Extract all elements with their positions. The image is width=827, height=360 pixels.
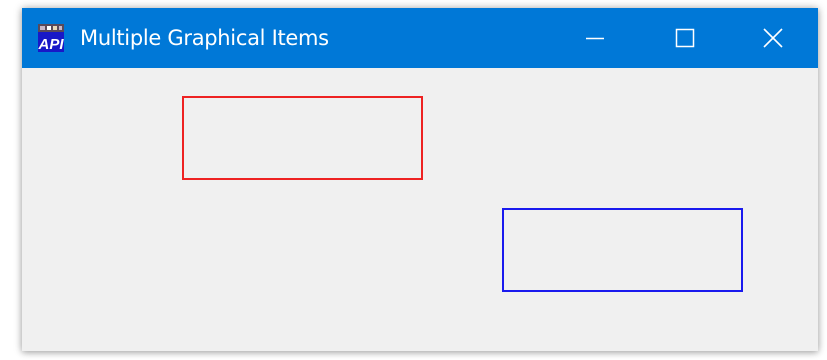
client-area[interactable] <box>22 68 818 351</box>
close-icon <box>762 27 784 49</box>
window-title: Multiple Graphical Items <box>80 26 329 50</box>
maximize-icon <box>675 28 695 48</box>
red-rectangle[interactable] <box>182 96 423 180</box>
api-app-icon[interactable]: API <box>37 24 64 53</box>
title-bar[interactable]: API Multiple Graphical Items <box>22 8 818 68</box>
close-button[interactable] <box>728 8 818 68</box>
minimize-button[interactable] <box>550 8 640 68</box>
app-window: API Multiple Graphical Items <box>22 8 818 351</box>
svg-text:API: API <box>38 36 64 52</box>
blue-rectangle[interactable] <box>502 208 743 292</box>
maximize-button[interactable] <box>640 8 730 68</box>
minimize-icon <box>585 28 605 48</box>
